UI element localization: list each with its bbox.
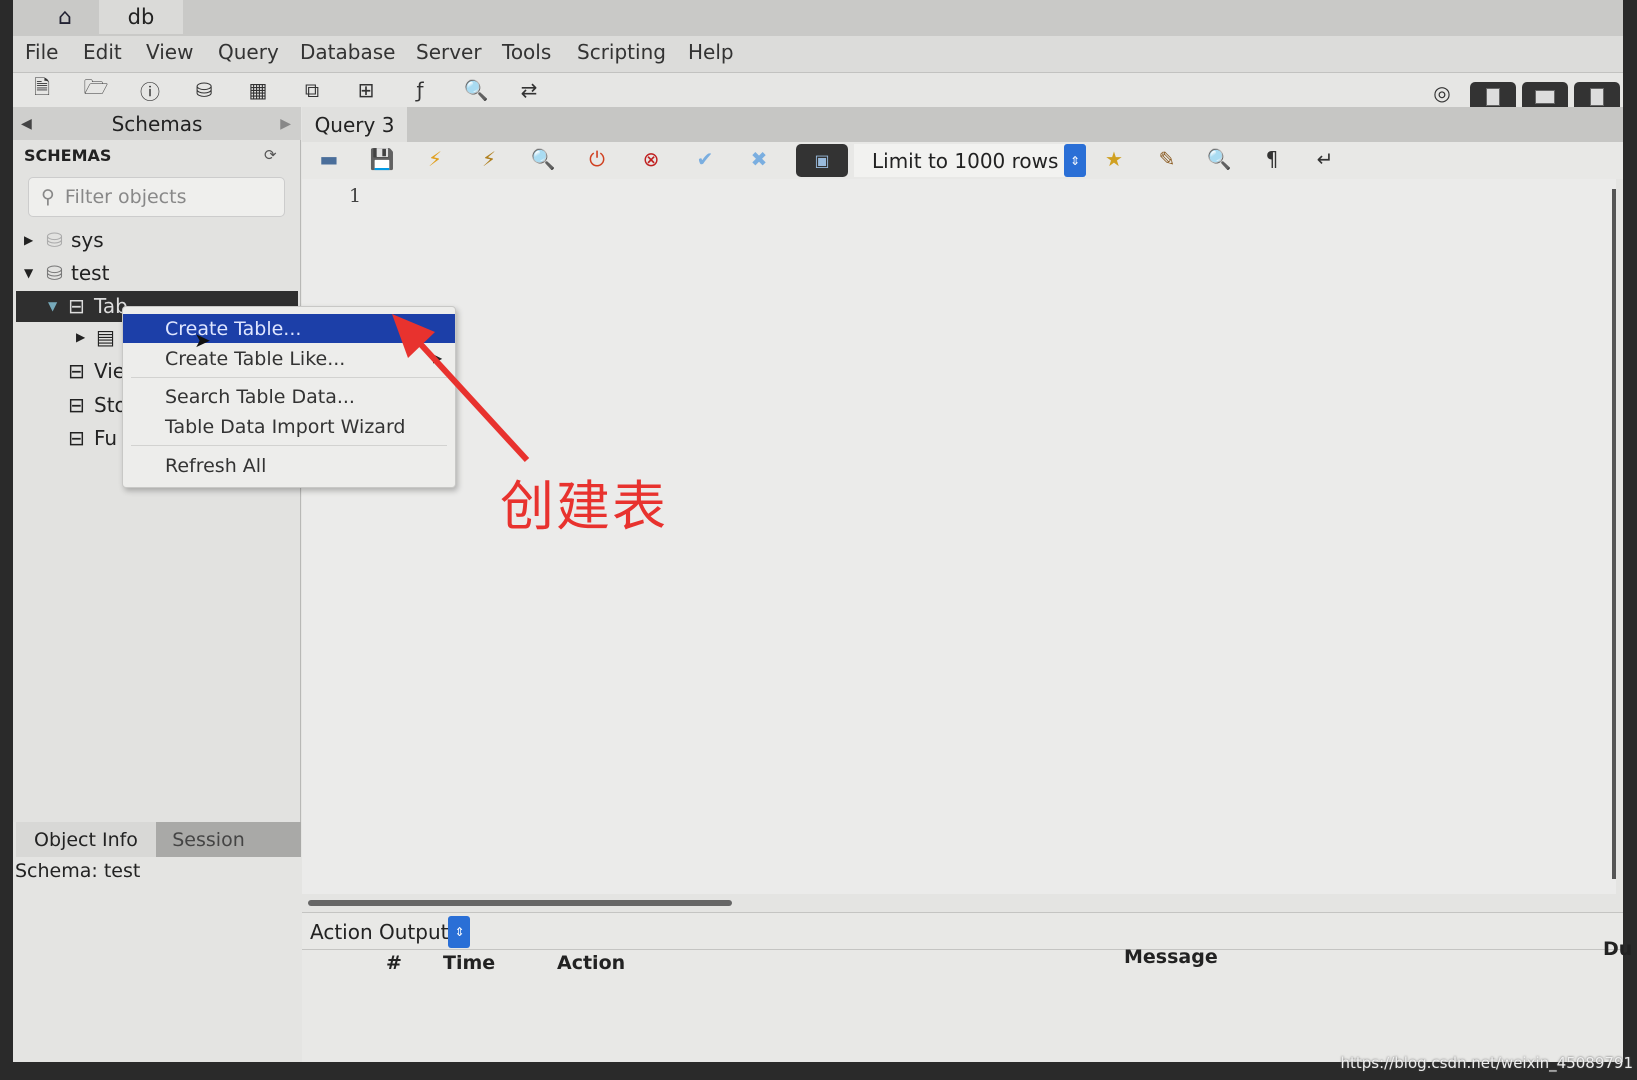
filter-objects-input[interactable]: ⚲ Filter objects [28, 177, 285, 217]
tree-label: Vie [94, 359, 126, 383]
menu-scripting[interactable]: Scripting [577, 40, 666, 64]
refresh-icon[interactable]: ⟳ [264, 146, 277, 164]
menu-help[interactable]: Help [688, 40, 734, 64]
add-snippet-icon[interactable]: ★ [1099, 145, 1129, 173]
schemas-title: Schemas [111, 111, 203, 136]
search-table-data-icon[interactable]: 🔍 [461, 76, 491, 104]
collapse-icon[interactable]: ▼ [24, 266, 46, 280]
arrow-right-icon[interactable]: ▶ [280, 116, 291, 132]
tree-item-table[interactable]: ▶ ▤ [76, 322, 120, 352]
annotation-arrow [392, 314, 530, 463]
tab-query-3[interactable]: Query 3 [302, 107, 407, 142]
create-procedure-icon[interactable]: ⊞ [351, 76, 381, 104]
select-arrows-icon[interactable]: ⇕ [1064, 144, 1086, 177]
menu-database[interactable]: Database [300, 40, 395, 64]
schemas-section-label: SCHEMAS [24, 146, 112, 165]
menu-view[interactable]: View [146, 40, 193, 64]
schemas-header: ◀ Schemas ▶ [13, 107, 301, 140]
stop-icon[interactable]: ⏻ [582, 145, 612, 173]
database-icon: ⛁ [46, 261, 63, 285]
object-info-text: Schema: test [15, 860, 141, 882]
folder-icon: ⊟ [68, 294, 85, 318]
search-icon: ⚲ [41, 186, 55, 208]
tree-item-test[interactable]: ▼ ⛁ test [24, 258, 109, 288]
tab-session[interactable]: Session [156, 822, 261, 857]
menu-query[interactable]: Query [218, 40, 279, 64]
beautify-icon[interactable]: ✎ [1152, 145, 1182, 173]
database-icon: ⛁ [46, 228, 63, 252]
create-table-icon[interactable]: ▦ [243, 76, 273, 104]
vertical-scrollbar[interactable] [1612, 189, 1616, 879]
reconnect-icon[interactable]: ⇄ [514, 76, 544, 104]
toggle-error-icon[interactable]: ⊗ [636, 145, 666, 173]
tree-item-functions[interactable]: ⊟ Fu [68, 423, 117, 453]
tree-item-stored-procedures[interactable]: ⊟ Sto [68, 390, 127, 420]
home-icon[interactable]: ⌂ [35, 0, 95, 34]
tab-object-info[interactable]: Object Info [16, 822, 156, 857]
preferences-icon[interactable]: ◎ [1427, 79, 1457, 107]
invisible-chars-icon[interactable]: ¶ [1257, 145, 1287, 173]
execute-current-icon[interactable]: ⚡ [474, 145, 504, 173]
collapse-icon[interactable]: ▼ [48, 299, 68, 313]
tree-item-sys[interactable]: ▶ ⛁ sys [24, 225, 104, 255]
menu-edit[interactable]: Edit [83, 40, 122, 64]
menu-bar: File Edit View Query Database Server Too… [13, 36, 1623, 73]
output-selector-value: Action Output [310, 920, 449, 944]
column-header-action[interactable]: Action [557, 952, 625, 974]
info-tabs: Object Info Session [16, 822, 301, 857]
query-tabs: Query 3 [302, 107, 1623, 142]
folder-icon: ⊟ [68, 426, 85, 450]
watermark: https://blog.csdn.net/weixin_45089791 [1340, 1054, 1633, 1072]
menu-server[interactable]: Server [416, 40, 482, 64]
inspector-icon[interactable]: ⓘ [135, 76, 165, 104]
menu-tools[interactable]: Tools [502, 40, 551, 64]
create-function-icon[interactable]: ƒ [405, 76, 435, 104]
create-view-icon[interactable]: ⧉ [297, 76, 327, 104]
rollback-icon[interactable]: ✖ [744, 145, 774, 173]
filter-placeholder: Filter objects [64, 186, 187, 208]
explain-icon[interactable]: 🔍 [528, 145, 558, 173]
tree-item-views[interactable]: ⊟ Vie [68, 356, 125, 386]
new-sql-tab-icon[interactable]: 🗎 [27, 75, 57, 104]
annotation-label: 创建表 [500, 475, 668, 538]
save-icon[interactable]: 💾 [367, 145, 397, 173]
select-arrows-icon[interactable]: ⇕ [448, 916, 471, 948]
divider [302, 949, 1623, 950]
tree-label: Fu [94, 426, 118, 450]
main-toolbar: 🗎 🗁 ⓘ ⛁ ▦ ⧉ ⊞ ƒ 🔍 ⇄ ◎ [13, 73, 1623, 107]
find-icon[interactable]: 🔍 [1204, 145, 1234, 173]
execute-icon[interactable]: ⚡ [420, 145, 450, 173]
limit-rows-value: Limit to 1000 rows [872, 148, 1059, 173]
output-selector[interactable]: Action Output ⇕ [310, 915, 471, 949]
limit-rows-select[interactable]: Limit to 1000 rows ⇕ [854, 144, 1086, 177]
folder-icon: ⊟ [68, 393, 85, 417]
word-wrap-icon[interactable]: ↵ [1310, 145, 1340, 173]
title-bar: ⌂ db [13, 0, 1623, 36]
query-toolbar: ▬ 💾 ⚡ ⚡ 🔍 ⏻ ⊗ ✔ ✖ ▣ Limit to 1000 rows ⇕… [302, 142, 1623, 179]
output-panel: Action Output ⇕ [302, 912, 1623, 1062]
mouse-cursor-icon: ➤ [194, 328, 211, 352]
column-header-duration[interactable]: Du [1603, 938, 1632, 960]
table-icon: ▤ [96, 325, 115, 349]
line-number: 1 [349, 185, 362, 207]
column-header-number[interactable]: # [386, 952, 402, 974]
folder-icon: ⊟ [68, 359, 85, 383]
commit-icon[interactable]: ✔ [690, 145, 720, 173]
expand-icon[interactable]: ▶ [24, 233, 46, 247]
expand-icon[interactable]: ▶ [76, 330, 96, 344]
column-header-message[interactable]: Message [1124, 946, 1218, 968]
create-schema-icon[interactable]: ⛁ [189, 76, 219, 104]
arrow-shaft [412, 335, 530, 463]
autocommit-toggle-icon[interactable]: ▣ [796, 144, 848, 177]
column-header-time[interactable]: Time [443, 952, 495, 974]
tree-label: test [71, 261, 110, 285]
connection-tab[interactable]: db [99, 0, 183, 34]
open-file-icon[interactable]: ▬ [314, 145, 344, 173]
menu-file[interactable]: File [25, 40, 58, 64]
tree-item-tables[interactable]: ▼ ⊟ Tab [48, 291, 128, 321]
open-sql-script-icon[interactable]: 🗁 [81, 75, 111, 104]
arrow-left-icon[interactable]: ◀ [21, 116, 32, 132]
tree-label: sys [71, 228, 104, 252]
horizontal-scrollbar[interactable] [308, 900, 732, 906]
